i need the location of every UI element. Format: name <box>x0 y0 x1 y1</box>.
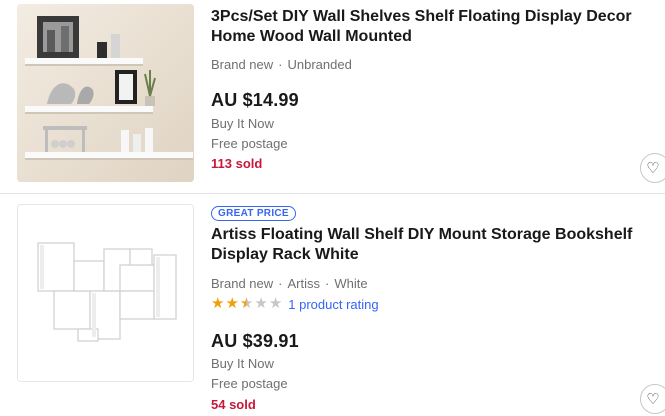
listing-item: 3Pcs/Set DIY Wall Shelves Shelf Floating… <box>0 0 665 193</box>
product-image[interactable] <box>17 4 194 182</box>
product-image[interactable] <box>17 204 194 382</box>
heart-icon: ♡ <box>646 390 660 408</box>
listing-subtitle: Brand new · Artiss · White <box>211 276 368 291</box>
sold-count: 54 sold <box>211 397 256 412</box>
condition-label: Brand new <box>211 276 274 291</box>
star-icon: ★ <box>268 295 283 312</box>
rating-count-link[interactable]: 1 product rating <box>288 297 378 312</box>
watch-button[interactable]: ♡ <box>640 384 665 414</box>
listing-subtitle: Brand new · Unbranded <box>211 57 352 72</box>
brand-label: Artiss <box>287 276 321 291</box>
listing-title[interactable]: Artiss Floating Wall Shelf DIY Mount Sto… <box>211 225 651 265</box>
rating-stars: ★ ★ ★ ★ ★ <box>211 296 282 312</box>
bookshelf-photo <box>18 205 193 381</box>
listing-price: AU $14.99 <box>211 90 299 110</box>
watch-button[interactable]: ♡ <box>640 153 665 183</box>
listing-price: AU $39.91 <box>211 331 299 351</box>
star-icon: ★ <box>225 295 239 312</box>
sold-count: 113 sold <box>211 156 263 171</box>
product-rating[interactable]: ★ ★ ★ ★ ★ 1 product rating <box>211 296 379 312</box>
color-label: White <box>334 276 368 291</box>
brand-label: Unbranded <box>287 57 352 72</box>
buying-format: Buy It Now <box>211 116 274 131</box>
listing-title[interactable]: 3Pcs/Set DIY Wall Shelves Shelf Floating… <box>211 7 651 47</box>
star-icon: ★ <box>254 295 268 312</box>
shipping-info: Free postage <box>211 136 288 151</box>
separator-dot: · <box>278 57 283 72</box>
listing-item: GREAT PRICE Artiss Floating Wall Shelf D… <box>0 194 665 416</box>
great-price-badge: GREAT PRICE <box>211 206 296 221</box>
wall-shelves-photo <box>17 4 194 182</box>
star-icon: ★ <box>239 295 254 312</box>
separator-dot: · <box>278 276 283 291</box>
separator-dot: · <box>325 276 330 291</box>
heart-icon: ♡ <box>646 159 660 177</box>
star-icon: ★ <box>211 295 225 312</box>
buying-format: Buy It Now <box>211 356 274 371</box>
search-results: 3Pcs/Set DIY Wall Shelves Shelf Floating… <box>0 0 665 416</box>
shipping-info: Free postage <box>211 376 288 391</box>
condition-label: Brand new <box>211 57 274 72</box>
